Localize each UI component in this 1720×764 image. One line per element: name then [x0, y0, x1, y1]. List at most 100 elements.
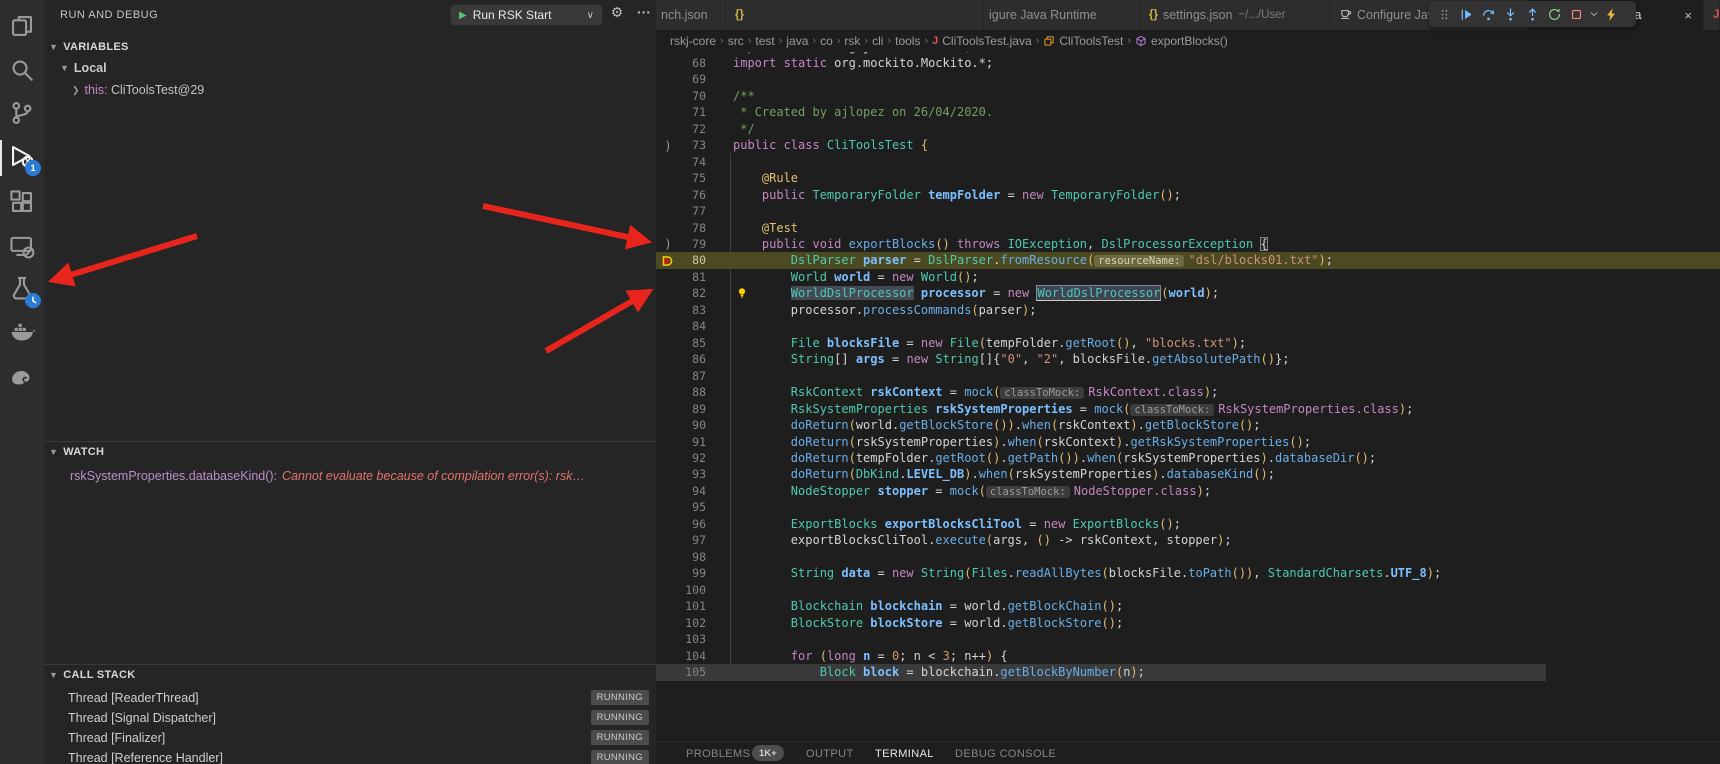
code-line-70[interactable]: 70/** [656, 88, 1720, 105]
line-number[interactable]: 89 [656, 401, 706, 418]
code-line-103[interactable]: 103 [656, 631, 1720, 648]
line-number[interactable]: 91 [656, 434, 706, 451]
code-line-88[interactable]: 88 RskContext rskContext = mock(classToM… [656, 384, 1720, 401]
line-number[interactable]: 78 [656, 220, 706, 237]
line-number[interactable]: 75 [656, 170, 706, 187]
code-line-99[interactable]: 99 String data = new String(Files.readAl… [656, 565, 1720, 582]
code-line-72[interactable]: 72 */ [656, 121, 1720, 138]
breadcrumb-item[interactable]: java [786, 34, 808, 48]
code-line-83[interactable]: 83 processor.processCommands(parser); [656, 302, 1720, 319]
line-number[interactable]: 73 [656, 137, 706, 154]
line-number[interactable]: 72 [656, 121, 706, 138]
line-number[interactable]: 90 [656, 417, 706, 434]
continue-button[interactable] [1455, 3, 1477, 25]
code-line-94[interactable]: 94 NodeStopper stopper = mock(classToMoc… [656, 483, 1720, 500]
watch-expression[interactable]: rskSystemProperties.databaseKind(): Cann… [44, 466, 644, 486]
code-line-73[interactable]: )73public class CliToolsTest { [656, 137, 1720, 154]
activity-item-extensions[interactable] [0, 184, 44, 224]
code-line-69[interactable]: 69 [656, 71, 1720, 88]
variables-section-header[interactable]: ▼ VARIABLES [44, 36, 656, 57]
line-number[interactable]: 74 [656, 154, 706, 171]
call-stack-thread[interactable]: Thread [Signal Dispatcher]RUNNING [44, 708, 656, 728]
activity-item-explorer[interactable] [0, 8, 44, 48]
run-configuration-dropdown[interactable]: ▶ Run RSK Start ∨ [450, 4, 603, 26]
line-number[interactable]: 96 [656, 516, 706, 533]
line-number[interactable]: 69 [656, 71, 706, 88]
code-line-102[interactable]: 102 BlockStore blockStore = world.getBlo… [656, 615, 1720, 632]
panel-tab-problems[interactable]: PROBLEMS [686, 742, 750, 764]
activity-item-search[interactable] [0, 52, 44, 92]
line-number[interactable]: 68 [656, 55, 706, 72]
call-stack-thread[interactable]: Thread [Finalizer]RUNNING [44, 728, 656, 748]
step-over-button[interactable] [1477, 3, 1499, 25]
tab-hidden-json[interactable]: {} [726, 0, 984, 30]
line-number[interactable]: 100 [656, 582, 706, 599]
code-line-75[interactable]: 75 @Rule [656, 170, 1720, 187]
code-editor[interactable]: 67import static org.junit.Assert.*;68imp… [656, 0, 1720, 741]
more-actions-icon[interactable]: ··· [634, 4, 654, 20]
line-number[interactable]: 94 [656, 483, 706, 500]
code-line-92[interactable]: 92 doReturn(tempFolder.getRoot().getPath… [656, 450, 1720, 467]
breadcrumb-item[interactable]: test [755, 34, 774, 48]
line-number[interactable]: 92 [656, 450, 706, 467]
code-line-81[interactable]: 81 World world = new World(); [656, 269, 1720, 286]
line-number[interactable]: 99 [656, 565, 706, 582]
line-number[interactable]: 103 [656, 631, 706, 648]
code-line-68[interactable]: 68import static org.mockito.Mockito.*; [656, 55, 1720, 72]
code-line-97[interactable]: 97 exportBlocksCliTool.execute(args, () … [656, 532, 1720, 549]
code-line-101[interactable]: 101 Blockchain blockchain = world.getBlo… [656, 598, 1720, 615]
code-line-89[interactable]: 89 RskSystemProperties rskSystemProperti… [656, 401, 1720, 418]
code-line-76[interactable]: 76 public TemporaryFolder tempFolder = n… [656, 187, 1720, 204]
code-line-91[interactable]: 91 doReturn(rskSystemProperties).when(rs… [656, 434, 1720, 451]
call-stack-thread[interactable]: Thread [ReaderThread]RUNNING [44, 688, 656, 708]
line-number[interactable]: 98 [656, 549, 706, 566]
code-line-90[interactable]: 90 doReturn(world.getBlockStore()).when(… [656, 417, 1720, 434]
code-line-71[interactable]: 71 * Created by ajlopez on 26/04/2020. [656, 104, 1720, 121]
line-number[interactable]: 85 [656, 335, 706, 352]
code-line-86[interactable]: 86 String[] args = new String[]{"0", "2"… [656, 351, 1720, 368]
line-number[interactable]: 83 [656, 302, 706, 319]
line-number[interactable]: 76 [656, 187, 706, 204]
code-line-78[interactable]: 78 @Test [656, 220, 1720, 237]
line-number[interactable]: 71 [656, 104, 706, 121]
line-number[interactable]: 79 [656, 236, 706, 253]
code-line-80[interactable]: 80 DslParser parser = DslParser.fromReso… [656, 252, 1720, 269]
restart-button[interactable] [1543, 3, 1565, 25]
variable-this[interactable]: ❯ this: CliToolsTest@29 [44, 80, 656, 100]
tab-settings-json[interactable]: {}settings.json~/.../User [1140, 0, 1330, 30]
line-number[interactable]: 77 [656, 203, 706, 220]
code-line-100[interactable]: 100 [656, 582, 1720, 599]
code-line-96[interactable]: 96 ExportBlocks exportBlocksCliTool = ne… [656, 516, 1720, 533]
line-number[interactable]: 88 [656, 384, 706, 401]
activity-item-run-and-debug[interactable]: 1 [0, 138, 44, 178]
line-number[interactable]: 82 [656, 285, 706, 302]
code-line-95[interactable]: 95 [656, 499, 1720, 516]
panel-tab-debug-console[interactable]: DEBUG CONSOLE [955, 742, 1056, 764]
code-line-104[interactable]: 104 for (long n = 0; n < 3; n++) { [656, 648, 1720, 665]
line-number[interactable]: 97 [656, 532, 706, 549]
code-line-105[interactable]: 105 Block block = blockchain.getBlockByN… [656, 664, 1720, 681]
activity-item-gradle[interactable] [0, 358, 44, 398]
tab-edge-sliver[interactable]: J [1704, 0, 1720, 30]
tab-launch-json[interactable]: nch.json [656, 0, 726, 30]
code-line-87[interactable]: 87 [656, 368, 1720, 385]
line-number[interactable]: 80 [656, 252, 706, 269]
code-line-98[interactable]: 98 [656, 549, 1720, 566]
line-number[interactable]: 93 [656, 466, 706, 483]
code-line-82[interactable]: 82 WorldDslProcessor processor = new Wor… [656, 285, 1720, 302]
line-number[interactable]: 84 [656, 318, 706, 335]
panel-tab-terminal[interactable]: TERMINAL [875, 742, 934, 764]
chevron-down-button[interactable] [1587, 3, 1600, 25]
breadcrumb-item[interactable]: cli [872, 34, 883, 48]
line-number[interactable]: 87 [656, 368, 706, 385]
breadcrumb-item[interactable]: src [728, 34, 744, 48]
breadcrumb-item[interactable]: JCliToolsTest.java [932, 34, 1032, 48]
close-icon[interactable]: × [1682, 8, 1694, 23]
line-number[interactable]: 101 [656, 598, 706, 615]
line-number[interactable]: 105 [656, 664, 706, 681]
breadcrumb-item[interactable]: rskj-core [670, 34, 716, 48]
breadcrumb-item[interactable]: rsk [844, 34, 860, 48]
hot-code-replace-button[interactable] [1600, 3, 1622, 25]
stop-button[interactable] [1565, 3, 1587, 25]
panel-tab-output[interactable]: OUTPUT [806, 742, 854, 764]
